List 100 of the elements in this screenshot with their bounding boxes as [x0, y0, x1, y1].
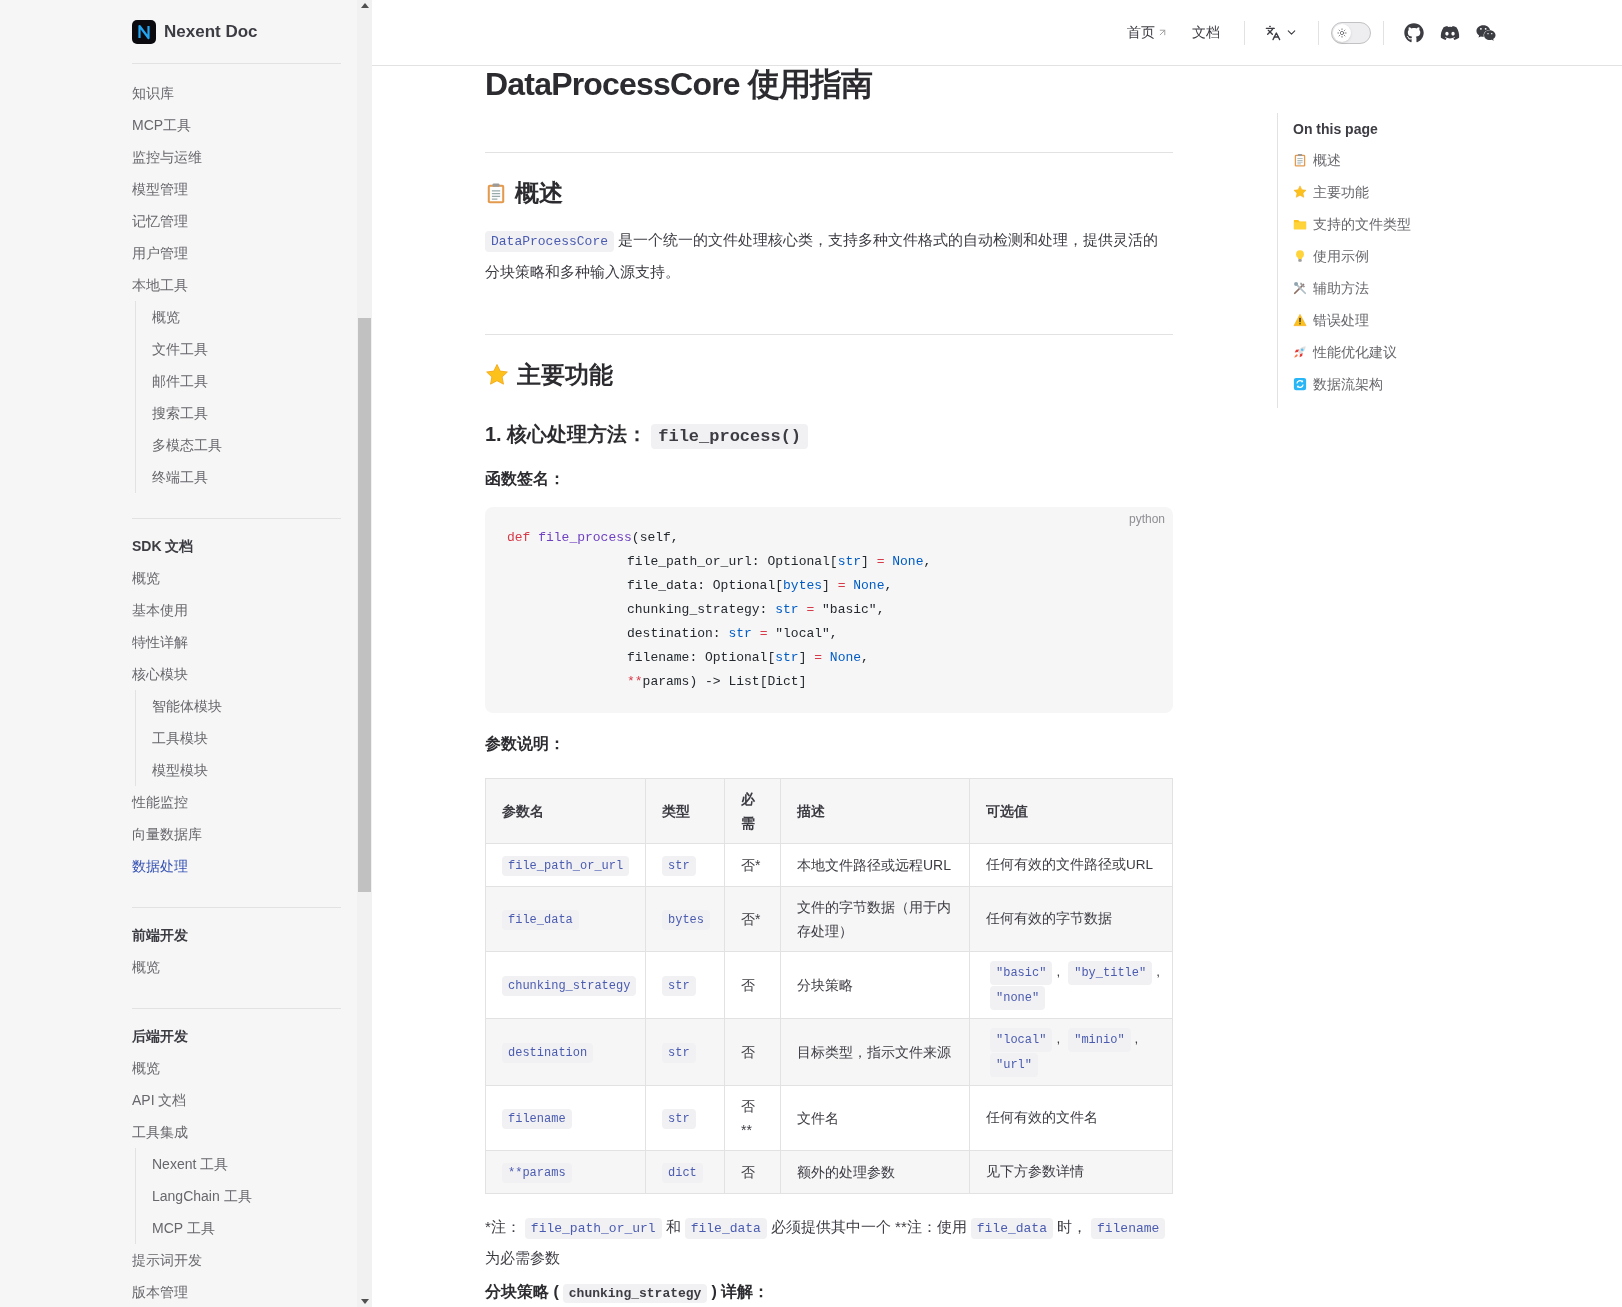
wechat-icon[interactable]	[1476, 22, 1496, 43]
sidebar-item[interactable]: 多模态工具	[136, 429, 341, 461]
column-header: 类型	[645, 778, 725, 844]
table-cell: 本地文件路径或远程URL	[780, 843, 970, 887]
toc-link[interactable]: 性能优化建议	[1293, 336, 1497, 368]
sidebar-item[interactable]: 概览	[132, 1052, 341, 1084]
column-header: 描述	[780, 778, 970, 844]
rocket-icon	[1293, 345, 1307, 359]
inline-code: file_data	[970, 1218, 1053, 1239]
github-icon[interactable]	[1404, 22, 1424, 43]
sidebar-item[interactable]: 监控与运维	[132, 141, 341, 173]
sidebar-item[interactable]: API 文档	[132, 1084, 341, 1116]
column-header: 可选值	[969, 778, 1173, 844]
sidebar-item[interactable]: 特性详解	[132, 626, 341, 658]
scrollbar[interactable]	[357, 0, 372, 1307]
inline-code: file_path_or_url	[502, 856, 630, 876]
sidebar-item[interactable]: 工具集成	[132, 1116, 341, 1148]
sidebar-item[interactable]: LangChain 工具	[136, 1180, 341, 1212]
inline-code: file_data	[684, 1218, 767, 1239]
inline-code: file_path_or_url	[524, 1218, 662, 1239]
toc-link[interactable]: 主要功能	[1293, 176, 1497, 208]
sidebar-item[interactable]: 智能体模块	[136, 690, 341, 722]
inline-code: chunking_strategy	[562, 1284, 708, 1303]
sidebar-item[interactable]: MCP工具	[132, 109, 341, 141]
option-text: ,	[1056, 963, 1061, 981]
lightbulb-icon	[1293, 249, 1307, 263]
code-line: filename: Optional[str] = None,	[626, 649, 870, 667]
clipboard-icon	[1293, 153, 1307, 167]
option-text: ,	[1134, 1030, 1139, 1048]
folder-icon	[1293, 217, 1307, 231]
inline-code: "basic"	[990, 961, 1053, 985]
sidebar-item[interactable]: 版本管理	[132, 1276, 341, 1307]
theme-toggle[interactable]	[1331, 21, 1371, 44]
toc-link[interactable]: 辅助方法	[1293, 272, 1497, 304]
sidebar-item[interactable]: 概览	[132, 951, 341, 983]
sidebar-item[interactable]: 邮件工具	[136, 365, 341, 397]
sidebar-section-title: 前端开发	[132, 926, 189, 945]
subsection-heading: ) 详解：	[711, 1283, 770, 1300]
toc-link[interactable]: 数据流架构	[1293, 368, 1497, 400]
option-text: ,	[1056, 1030, 1061, 1048]
option-text: 见下方参数详情	[986, 1163, 1084, 1181]
sidebar-item[interactable]: 记忆管理	[132, 205, 341, 237]
table-cell: 否*	[724, 886, 781, 952]
sidebar-item[interactable]: 概览	[136, 301, 341, 333]
page-title: DataProcessCore 使用指南	[485, 66, 874, 102]
option-text: 任何有效的字节数据	[986, 910, 1112, 928]
inline-code: str	[662, 856, 696, 876]
inline-code: "by_title"	[1068, 961, 1153, 985]
scrollbar-thumb[interactable]	[358, 318, 371, 892]
option-text: 任何有效的文件路径或URL	[986, 856, 1153, 874]
sidebar-item[interactable]: 用户管理	[132, 237, 341, 269]
translate-icon	[1265, 24, 1281, 41]
toc-link[interactable]: 支持的文件类型	[1293, 208, 1497, 240]
sidebar-item[interactable]: 模型管理	[132, 173, 341, 205]
section-heading: 概述	[515, 178, 563, 208]
sidebar-item[interactable]: 概览	[132, 562, 341, 594]
sidebar-item[interactable]: 终端工具	[136, 461, 341, 493]
table-cell: 额外的处理参数	[780, 1150, 970, 1194]
sidebar-item[interactable]: Nexent 工具	[136, 1148, 341, 1180]
toc-link[interactable]: 错误处理	[1293, 304, 1497, 336]
sidebar-item[interactable]: 本地工具	[132, 269, 341, 301]
table-cell: 否	[724, 1150, 781, 1194]
sidebar-item[interactable]: 文件工具	[136, 333, 341, 365]
sidebar-item[interactable]: 向量数据库	[132, 818, 341, 850]
nav-link[interactable]: 首页	[1115, 22, 1180, 43]
inline-code: str	[662, 976, 696, 996]
sidebar-item[interactable]: 基本使用	[132, 594, 341, 626]
toc-link[interactable]: 概述	[1293, 144, 1497, 176]
sidebar-item[interactable]: 工具模块	[136, 722, 341, 754]
paragraph: DataProcessCore 是一个统一的文件处理核心类，支持多种文件格式的自动检测和处理，提供灵活的分块策略和多种输入源支持。	[485, 230, 1160, 282]
nav-link[interactable]: 文档	[1180, 22, 1232, 43]
sidebar-item[interactable]: 模型模块	[136, 754, 341, 786]
toc-title: On this page	[1293, 120, 1379, 139]
sidebar-item[interactable]: MCP 工具	[136, 1212, 341, 1244]
inline-code: "local"	[990, 1028, 1053, 1052]
code-line: file_path_or_url: Optional[str] = None,	[626, 553, 933, 571]
column-header: 参数名	[485, 778, 646, 844]
sidebar-item[interactable]: 数据处理	[132, 850, 341, 882]
note-paragraph: *注： file_path_or_url 和 file_data 必须提供其中一个 **注：使用 file_data 时， filename 为必需参数	[485, 1212, 1173, 1272]
sidebar-item[interactable]: 提示词开发	[132, 1244, 341, 1276]
sidebar-item[interactable]: 搜索工具	[136, 397, 341, 429]
star-icon	[1293, 185, 1307, 199]
sidebar-item[interactable]: 性能监控	[132, 786, 341, 818]
inline-code: "url"	[990, 1053, 1038, 1077]
sun-icon	[1337, 27, 1347, 38]
inline-code: **params	[502, 1163, 572, 1183]
table-cell: 分块策略	[780, 951, 970, 1019]
option-text: 任何有效的文件名	[986, 1109, 1098, 1127]
toc-link[interactable]: 使用示例	[1293, 240, 1497, 272]
table-cell: 否*	[724, 843, 781, 887]
inline-code: str	[662, 1043, 696, 1063]
table-cell: 否	[724, 1018, 781, 1086]
warning-icon	[1293, 313, 1307, 327]
code-line: destination: str = "local",	[626, 625, 839, 643]
label-text: 函数签名：	[485, 469, 566, 489]
sidebar-item[interactable]: 核心模块	[132, 658, 341, 690]
inline-code: DataProcessCore	[485, 231, 615, 252]
inline-code: "none"	[990, 986, 1046, 1010]
sidebar-item[interactable]: 知识库	[132, 77, 341, 109]
table-cell: 否**	[724, 1085, 781, 1151]
